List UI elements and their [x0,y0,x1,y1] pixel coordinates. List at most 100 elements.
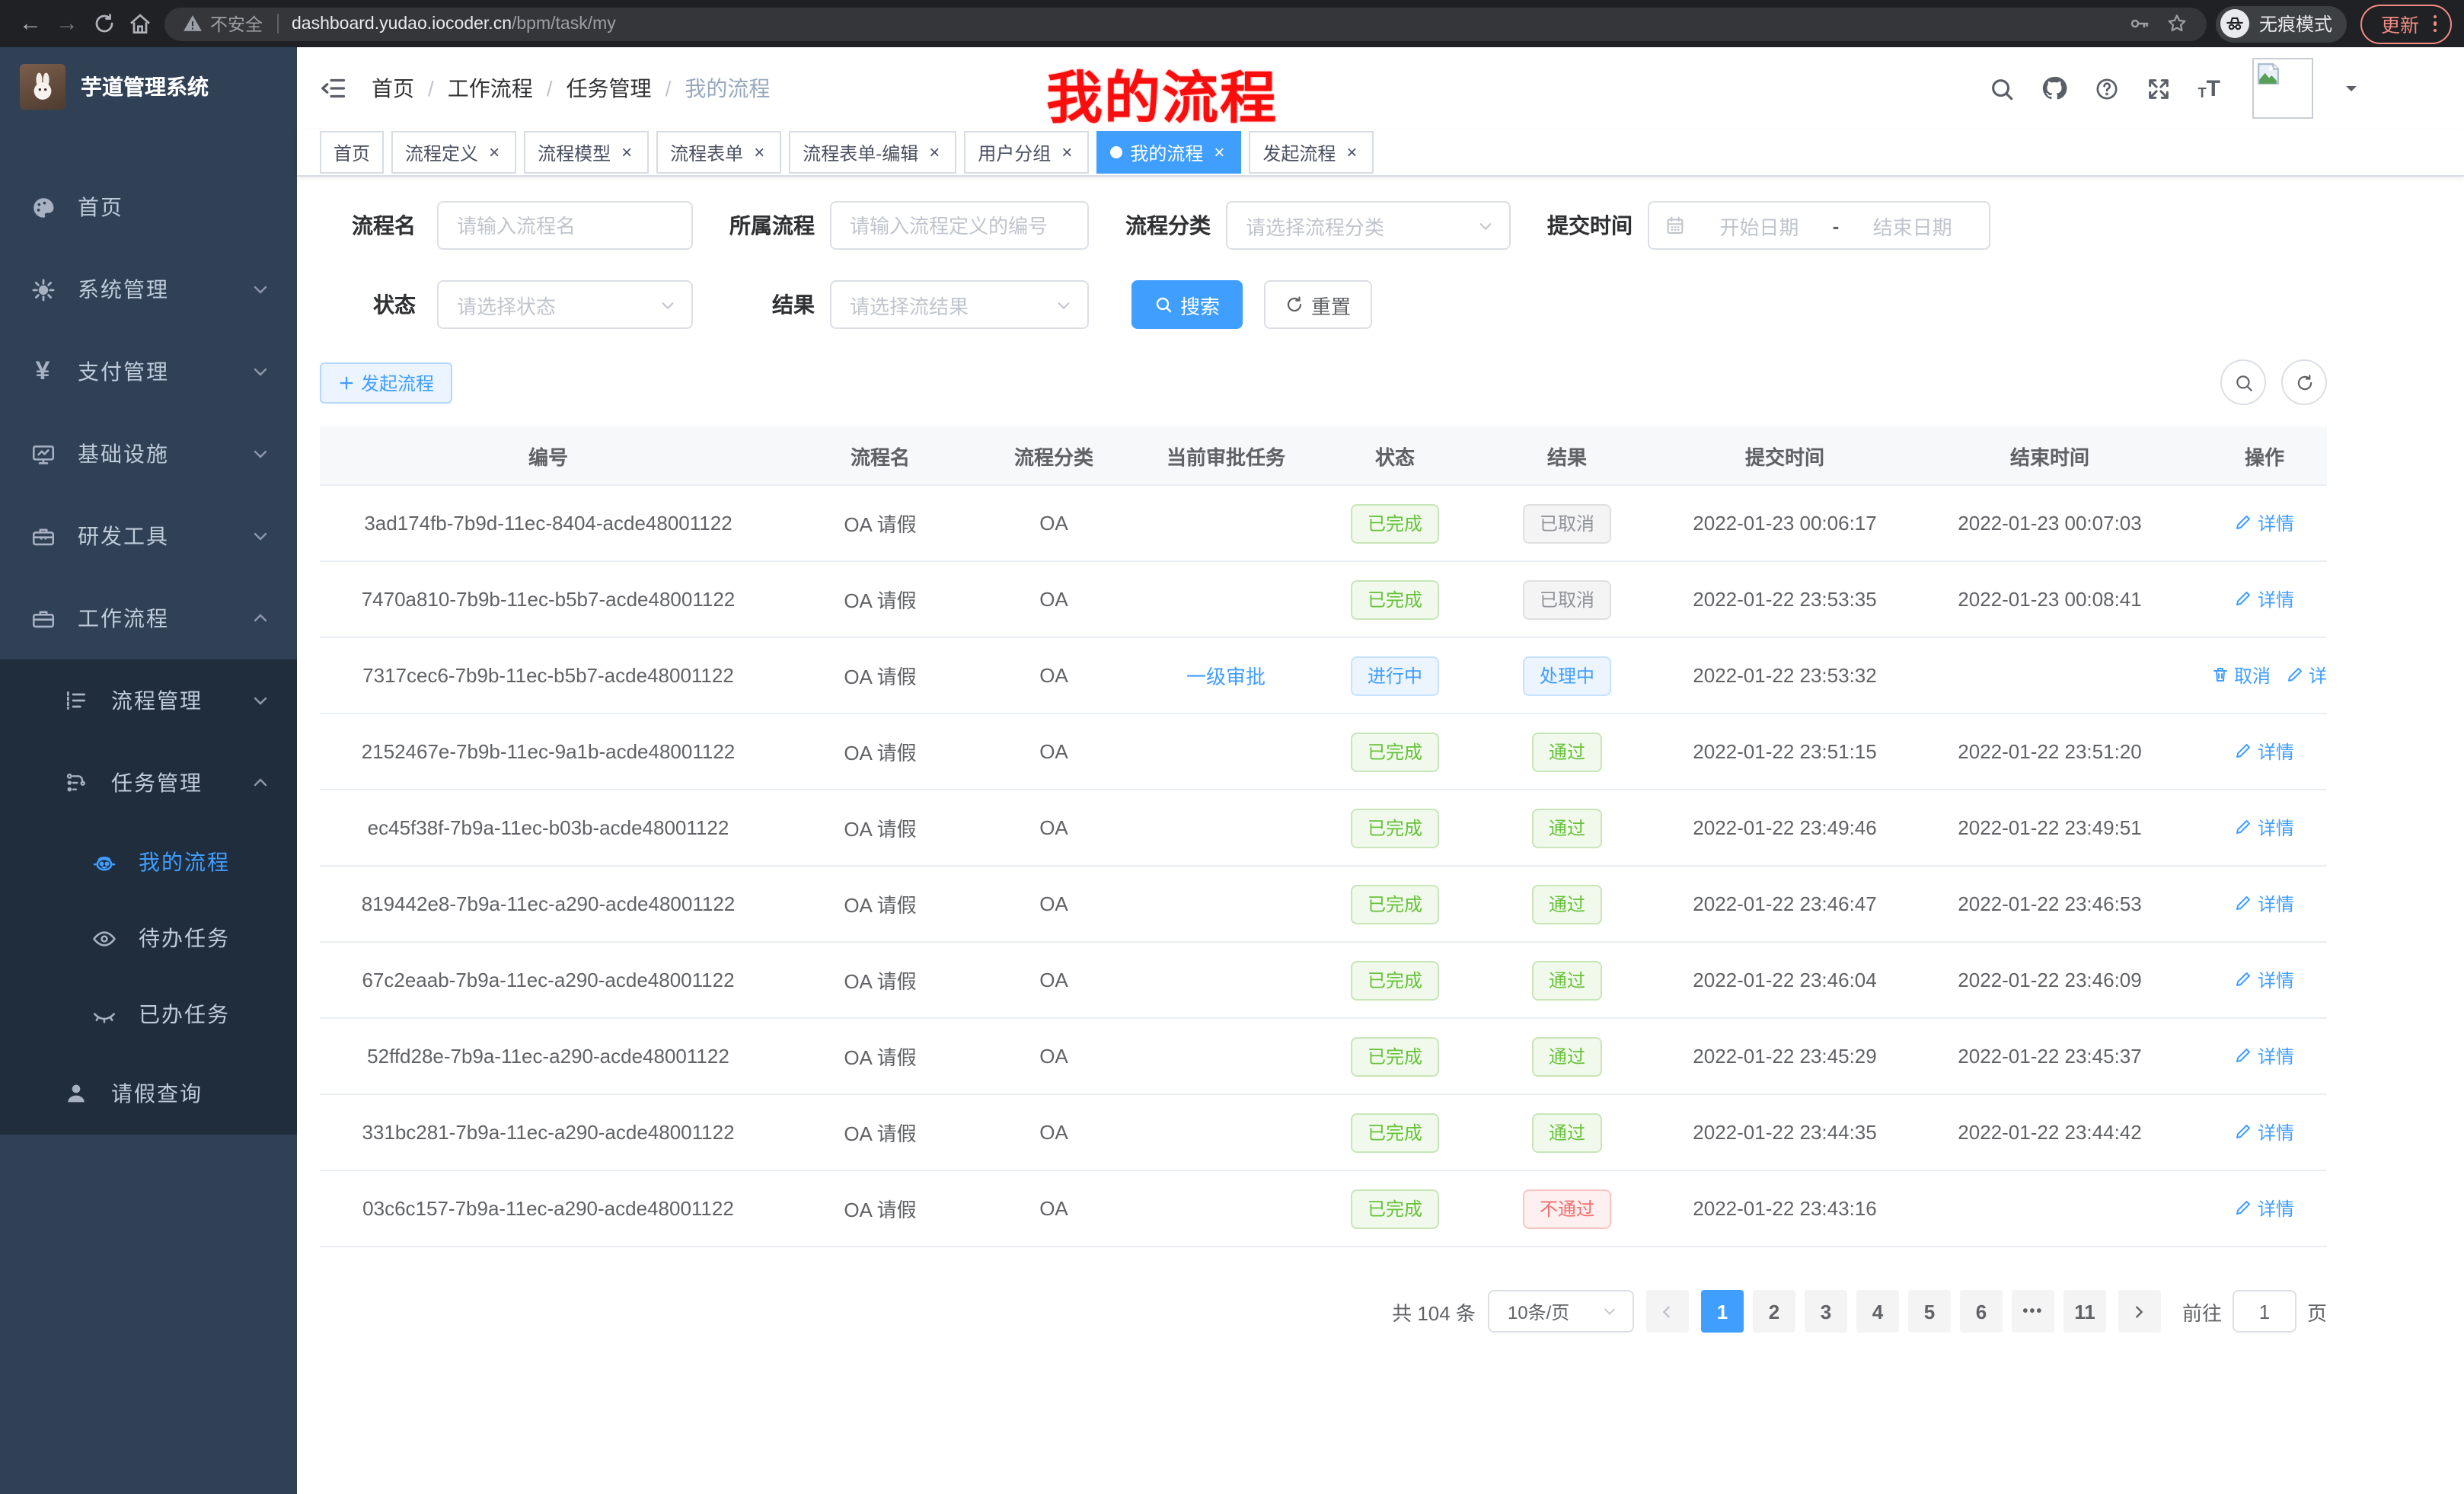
tab-4[interactable]: 流程表单-编辑× [789,131,956,174]
tab-0[interactable]: 首页 [320,131,384,174]
tab-close-icon[interactable]: × [618,142,635,163]
sidebar-item-infrastructure[interactable]: 基础设施 [0,413,297,495]
cancel-link[interactable]: 取消 [2211,662,2271,688]
sidebar-item-leave-query[interactable]: 请假查询 [0,1052,297,1135]
page-button-3[interactable]: 3 [1805,1290,1847,1333]
back-icon[interactable]: ← [12,5,49,42]
next-page-button[interactable] [2118,1290,2161,1333]
page-button-4[interactable]: 4 [1856,1290,1899,1333]
fullscreen-icon[interactable] [2146,75,2172,101]
sidebar-item-todo-tasks[interactable]: 待办任务 [0,900,297,976]
breadcrumb-item[interactable]: 工作流程 [448,73,533,104]
page-ellipsis[interactable]: ••• [2012,1290,2054,1333]
search-icon[interactable] [1990,75,2016,101]
sidebar-item-my-process[interactable]: 我的流程 [0,824,297,900]
tab-close-icon[interactable]: × [486,142,503,163]
breadcrumb-item[interactable]: 首页 [372,73,414,104]
sidebar-item-home[interactable]: 首页 [0,166,297,248]
tab-1[interactable]: 流程定义× [391,131,516,174]
tab-6[interactable]: 我的流程 × [1096,131,1241,174]
status-badge: 已完成 [1351,1036,1439,1076]
detail-link[interactable]: 详情 [2235,1196,2294,1221]
sidebar-item-task-mgmt[interactable]: 任务管理 [0,742,297,824]
submit-time-range-picker[interactable]: 开始日期 - 结束日期 [1648,201,1990,250]
page-button-6[interactable]: 6 [1960,1290,2003,1333]
detail-link[interactable]: 详情 [2235,739,2294,765]
help-icon[interactable] [2095,75,2121,101]
tab-label: 首页 [334,139,370,165]
sidebar-item-devtools[interactable]: 研发工具 [0,495,297,577]
avatar[interactable] [2252,58,2313,119]
detail-link[interactable]: 详情 [2235,891,2294,917]
search-button[interactable]: 搜索 [1131,280,1243,329]
column-header: 流程名 [777,426,984,485]
breadcrumb-item[interactable]: 任务管理 [567,73,652,104]
page-button-2[interactable]: 2 [1753,1290,1795,1333]
detail-link[interactable]: 详情 [2235,815,2294,841]
sidebar-item-workflow[interactable]: 工作流程 [0,577,297,659]
refresh-table-button[interactable] [2281,359,2327,405]
detail-link[interactable]: 详情 [2235,1119,2294,1145]
result-filter-select[interactable]: 请选择流结果 [830,280,1089,329]
detail-link[interactable]: 详情 [2235,586,2294,612]
tab-close-icon[interactable]: × [1058,142,1075,163]
key-icon[interactable] [2128,12,2151,35]
tab-label: 我的流程 [1130,139,1203,165]
cell-current-task [1124,790,1328,866]
create-process-button[interactable]: 发起流程 [320,362,452,403]
name-filter-input[interactable] [437,201,693,250]
page-size-select[interactable]: 10条/页 [1488,1290,1634,1333]
browser-menu-icon[interactable] [2433,15,2437,33]
github-icon[interactable] [2041,75,2069,102]
tab-close-icon[interactable]: × [1343,142,1360,163]
status-filter-select[interactable]: 请选择状态 [437,280,693,329]
app-logo[interactable]: 芋道管理系统 [0,47,297,126]
incognito-badge: 无痕模式 [2217,5,2348,42]
tab-close-icon[interactable]: × [1211,142,1227,163]
font-size-icon[interactable]: TT [2198,77,2220,100]
caret-down-icon[interactable] [2342,79,2360,97]
url-bar[interactable]: 不安全 dashboard.yudao.iocoder.cn/bpm/task/… [164,7,2207,40]
sidebar-item-label: 任务管理 [111,768,251,798]
sidebar-item-done-tasks[interactable]: 已办任务 [0,976,297,1052]
column-header: 提交时间 [1672,426,1897,485]
page-button-1[interactable]: 1 [1701,1290,1744,1333]
detail-link[interactable]: 详情 [2235,1043,2294,1069]
sidebar-item-payment[interactable]: ¥ 支付管理 [0,330,297,413]
tab-5[interactable]: 用户分组× [964,131,1089,174]
security-chip[interactable]: 不安全 [183,11,263,36]
reload-icon[interactable] [85,5,122,42]
collapse-sidebar-icon[interactable] [320,75,347,102]
sidebar-item-system[interactable]: 系统管理 [0,248,297,330]
tab-7[interactable]: 发起流程× [1249,131,1374,174]
tab-3[interactable]: 流程表单× [656,131,781,174]
forward-icon[interactable]: → [49,5,85,42]
definition-filter-input[interactable] [830,201,1089,250]
page-button-5[interactable]: 5 [1908,1290,1951,1333]
logo-image [20,64,65,110]
category-filter-select[interactable]: 请选择流程分类 [1226,201,1511,250]
detail-link[interactable]: 详情 [2286,662,2327,688]
detail-link[interactable]: 详情 [2235,967,2294,993]
prev-page-button[interactable] [1646,1290,1689,1333]
current-task-link[interactable]: 一级审批 [1186,666,1266,688]
goto-page-input[interactable] [2233,1290,2296,1333]
star-icon[interactable] [2166,12,2189,35]
briefcase-icon [29,605,56,631]
show-search-button[interactable] [2220,359,2266,405]
range-separator: - [1833,214,1840,237]
eye-closed-icon [90,1001,117,1027]
cell-submit-time: 2022-01-22 23:43:16 [1672,1170,1897,1247]
update-button[interactable]: 更新 [2361,4,2452,43]
cell-actions: 详情 [2202,1018,2327,1094]
tab-close-icon[interactable]: × [926,142,943,163]
detail-link[interactable]: 详情 [2235,510,2294,536]
sidebar-item-process-mgmt[interactable]: 流程管理 [0,659,297,742]
tab-close-icon[interactable]: × [751,142,768,163]
status-filter-label: 状态 [320,289,416,320]
reset-button[interactable]: 重置 [1264,280,1372,329]
page-button-11[interactable]: 11 [2063,1290,2106,1333]
home-icon[interactable] [122,5,158,42]
tab-2[interactable]: 流程模型× [524,131,649,174]
table-toolbar: 发起流程 [320,359,2327,405]
